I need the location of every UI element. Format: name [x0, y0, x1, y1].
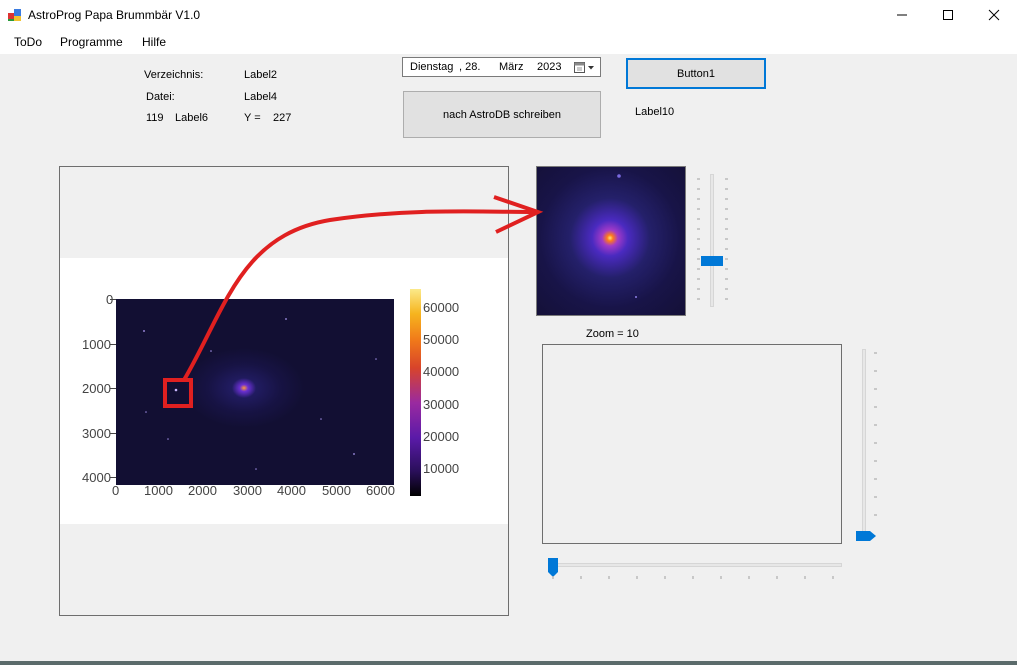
annotation-arrow-shaft: [182, 209, 539, 382]
taskbar-edge: [0, 661, 1017, 665]
annotation-arrow-head: [493, 195, 544, 234]
selection-rectangle: [163, 378, 193, 408]
annotation-overlay: [163, 195, 544, 408]
